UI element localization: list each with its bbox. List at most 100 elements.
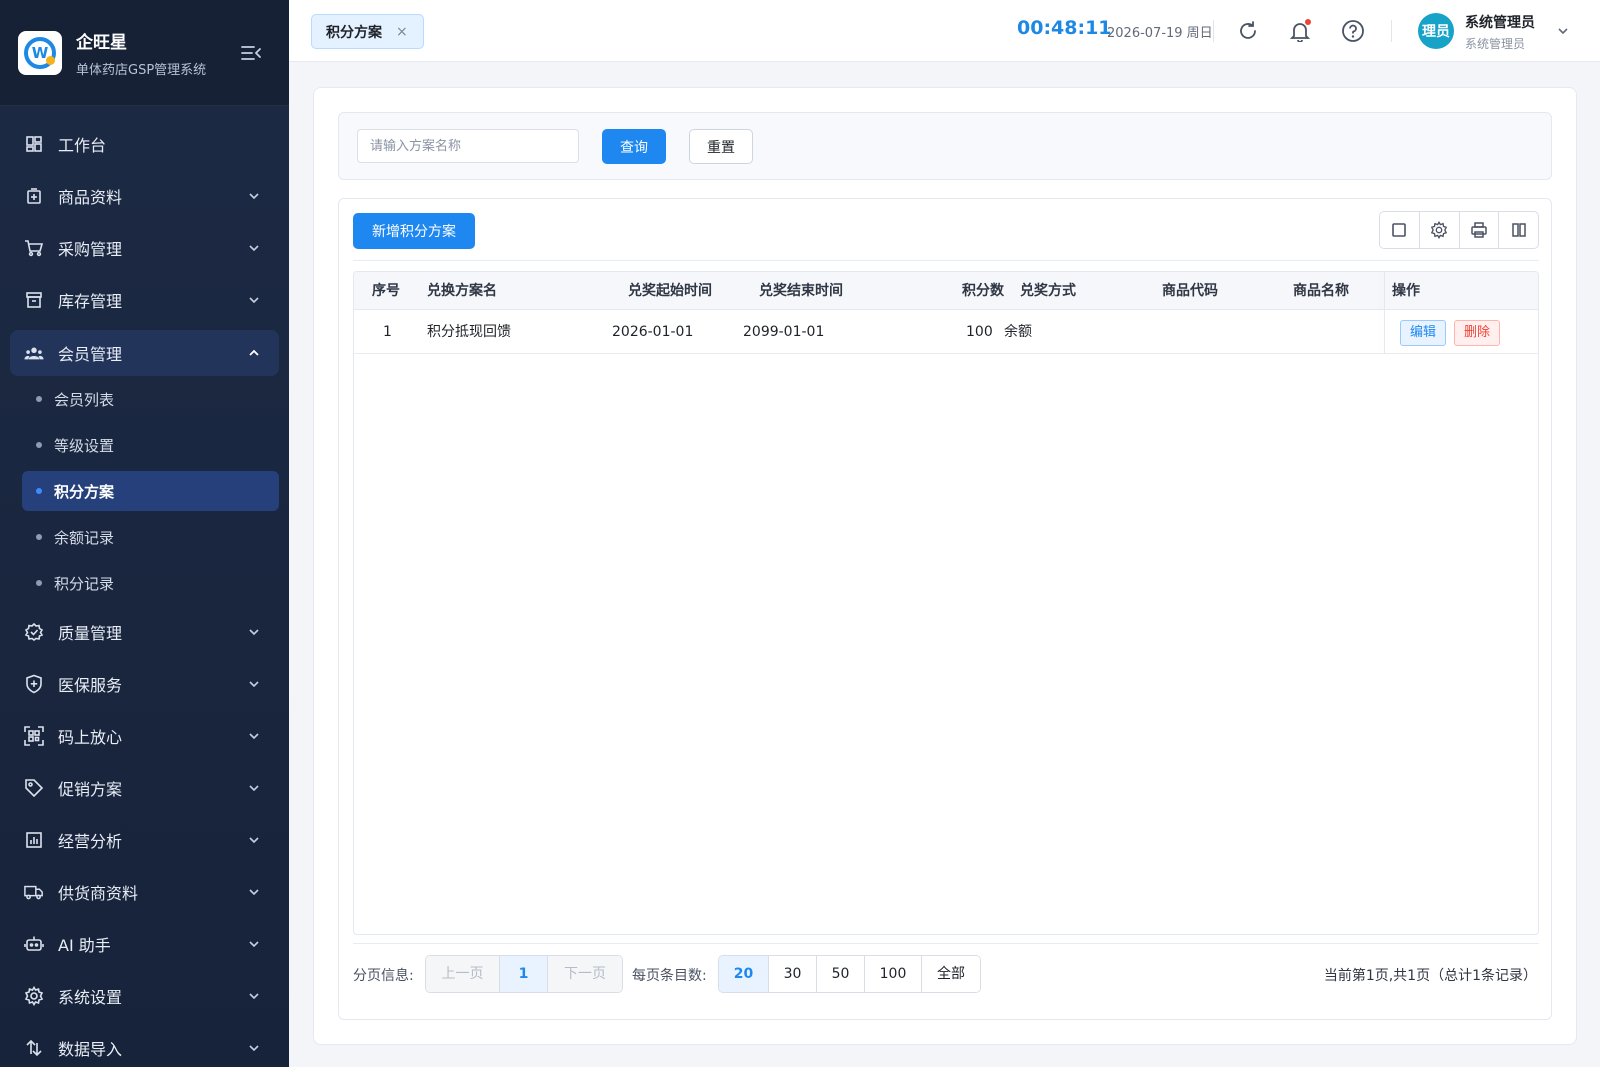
columns-icon[interactable] (1499, 212, 1538, 248)
sidebar-item-ai-assistant[interactable]: AI 助手 (0, 918, 289, 970)
sidebar-item-label: 采购管理 (58, 240, 123, 259)
sidebar-item-label: 医保服务 (58, 676, 123, 695)
date-display: 2026-07-19 周日 (1107, 26, 1213, 41)
plan-name-search-input[interactable] (357, 129, 579, 163)
prev-page-button[interactable]: 上一页 (426, 956, 500, 992)
column-header[interactable]: 兑换方案名 (427, 272, 497, 310)
bell-icon[interactable] (1287, 18, 1313, 44)
column-header[interactable]: 序号 (372, 272, 400, 310)
product-icon (24, 186, 44, 206)
sidebar-item-data-import[interactable]: 数据导入 (0, 1022, 289, 1067)
tab-points-plan[interactable]: 积分方案 × (311, 14, 424, 49)
page-size-option[interactable]: 50 (817, 956, 865, 992)
sidebar-menu: 工作台 商品资料 采购管理 库存管理 会员管理 会员列表 等级设置 积分方案 余… (0, 106, 289, 1067)
bullet-icon (36, 580, 42, 586)
edit-button[interactable]: 编辑 (1400, 320, 1447, 346)
page-size-option[interactable]: 20 (719, 956, 769, 992)
column-header[interactable]: 商品代码 (1162, 272, 1218, 310)
cart-icon (24, 238, 44, 258)
sidebar-subitem-level-settings[interactable]: 等级设置 (0, 422, 289, 468)
clock: 00:48:11 (1017, 17, 1112, 39)
reset-button[interactable]: 重置 (689, 129, 753, 164)
bullet-icon (36, 534, 42, 540)
sidebar-item-label: 商品资料 (58, 188, 123, 207)
cell-method: 余额 (1004, 324, 1032, 340)
chevron-down-icon (249, 993, 259, 1000)
sidebar-subitem-points-plan[interactable]: 积分方案 (22, 471, 279, 511)
sidebar-item-medical-insurance[interactable]: 医保服务 (0, 658, 289, 710)
menu-collapse-icon[interactable] (240, 44, 262, 62)
sidebar-item-label: 经营分析 (58, 832, 123, 851)
truck-icon (24, 882, 44, 902)
page-number-button[interactable]: 1 (500, 956, 548, 992)
chevron-down-icon (249, 733, 259, 740)
refresh-icon[interactable] (1235, 18, 1261, 44)
table-header: 序号 兑换方案名 兑奖起始时间 兑奖结束时间 积分数 兑奖方式 商品代码 商品名… (354, 272, 1538, 310)
pager-info-label: 分页信息: (353, 968, 414, 984)
sidebar-item-workbench[interactable]: 工作台 (0, 118, 289, 170)
tag-icon (24, 778, 44, 798)
sidebar-subitem-member-list[interactable]: 会员列表 (0, 376, 289, 422)
sidebar-item-purchase[interactable]: 采购管理 (0, 222, 289, 274)
divider (1391, 20, 1392, 42)
bullet-icon (36, 396, 42, 402)
chevron-down-icon[interactable] (1556, 24, 1570, 38)
column-header[interactable]: 商品名称 (1293, 272, 1349, 310)
sidebar-item-trace-code[interactable]: 码上放心 (0, 710, 289, 762)
tab-label: 积分方案 (326, 24, 382, 41)
sidebar-item-promotion[interactable]: 促销方案 (0, 762, 289, 814)
sidebar-item-label: 工作台 (58, 136, 107, 155)
page-size-option[interactable]: 全部 (922, 956, 980, 992)
help-icon[interactable] (1340, 18, 1366, 44)
points-plan-table: 序号 兑换方案名 兑奖起始时间 兑奖结束时间 积分数 兑奖方式 商品代码 商品名… (353, 271, 1539, 935)
user-name[interactable]: 系统管理员 (1465, 12, 1535, 32)
column-header[interactable]: 兑奖方式 (1020, 272, 1076, 310)
top-bar: 积分方案 × 00:48:11 2026-07-19 周日 理员 系统管理员 系… (289, 0, 1600, 62)
chevron-down-icon (249, 681, 259, 688)
members-icon (24, 343, 44, 363)
divider (1213, 20, 1214, 42)
sidebar-subitem-label: 会员列表 (54, 390, 115, 409)
fullscreen-icon[interactable] (1380, 212, 1420, 248)
sidebar-item-quality[interactable]: 质量管理 (0, 606, 289, 658)
chevron-up-icon (249, 349, 259, 356)
next-page-button[interactable]: 下一页 (548, 956, 622, 992)
chevron-down-icon (249, 245, 259, 252)
import-icon (24, 1038, 44, 1058)
sidebar-item-analysis[interactable]: 经营分析 (0, 814, 289, 866)
print-icon[interactable] (1460, 212, 1500, 248)
column-header[interactable]: 兑奖起始时间 (628, 272, 712, 310)
column-header[interactable]: 积分数 (962, 272, 1004, 310)
sidebar-item-members[interactable]: 会员管理 (10, 330, 279, 376)
sidebar-item-label: 系统设置 (58, 988, 123, 1007)
logo-w-icon: W (24, 36, 56, 69)
cell-index: 1 (383, 324, 392, 340)
sidebar-item-system-settings[interactable]: 系统设置 (0, 970, 289, 1022)
chevron-down-icon (249, 837, 259, 844)
column-header[interactable]: 兑奖结束时间 (759, 272, 843, 310)
sidebar-item-products[interactable]: 商品资料 (0, 170, 289, 222)
sidebar-item-suppliers[interactable]: 供货商资料 (0, 866, 289, 918)
chevron-down-icon (249, 941, 259, 948)
pager-summary: 当前第1页,共1页（总计1条记录） (1323, 968, 1537, 984)
sidebar: W 企旺星 单体药店GSP管理系统 工作台 商品资料 采购管理 库存管理 会员管… (0, 0, 289, 1067)
sidebar-item-label: 供货商资料 (58, 884, 139, 903)
page-size-option[interactable]: 100 (865, 956, 922, 992)
cell-start-date: 2026-01-01 (612, 324, 694, 340)
sidebar-subitem-balance-records[interactable]: 余额记录 (0, 514, 289, 560)
gear-icon[interactable] (1420, 212, 1460, 248)
avatar[interactable]: 理员 (1418, 13, 1454, 49)
dashboard-icon (24, 134, 44, 154)
bullet-icon (36, 488, 42, 494)
add-points-plan-button[interactable]: 新增积分方案 (353, 213, 475, 249)
sidebar-item-inventory[interactable]: 库存管理 (0, 274, 289, 326)
close-icon[interactable]: × (396, 24, 408, 40)
chevron-down-icon (249, 785, 259, 792)
page-size-option[interactable]: 30 (769, 956, 817, 992)
sidebar-item-label: AI 助手 (58, 936, 111, 955)
delete-button[interactable]: 删除 (1454, 320, 1501, 346)
sidebar-subitem-points-records[interactable]: 积分记录 (0, 560, 289, 606)
table-row[interactable]: 1 积分抵现回馈 2026-01-01 2099-01-01 100 余额 编辑… (354, 310, 1538, 354)
query-button[interactable]: 查询 (602, 129, 666, 164)
chevron-down-icon (249, 629, 259, 636)
